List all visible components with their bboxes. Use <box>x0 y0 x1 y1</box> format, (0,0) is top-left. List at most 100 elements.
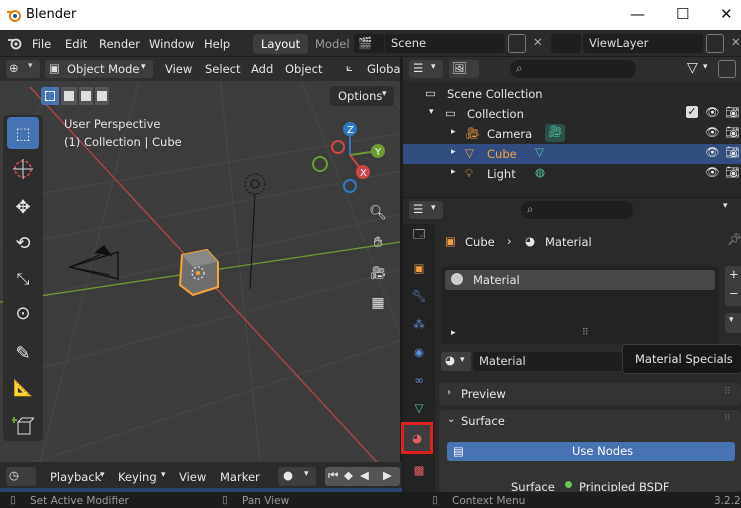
scene-copy-button[interactable] <box>508 34 526 53</box>
select-subtract-button[interactable] <box>79 87 93 105</box>
preview-panel-header[interactable]: › Preview ⠿ <box>439 383 741 405</box>
display-mode-button[interactable]: 🖼︎ <box>449 60 479 78</box>
pin-icon[interactable]: 📌︎ <box>727 232 741 246</box>
render-camera-icon[interactable]: 📷︎ <box>725 145 740 159</box>
tab-object-icon[interactable]: ▣ <box>407 256 431 280</box>
remove-slot-icon[interactable]: − <box>729 286 739 300</box>
auto-keying-button[interactable]: ● ▾ <box>278 467 316 486</box>
resize-grip-icon[interactable]: ⠿ <box>582 328 589 338</box>
menu-window[interactable]: Window <box>149 37 194 51</box>
menu-help[interactable]: Help <box>204 37 230 51</box>
timeline-menu-marker[interactable]: Marker <box>220 470 260 484</box>
tab-constraints-icon[interactable]: ∞ <box>407 368 431 392</box>
material-name-field[interactable]: Material <box>473 352 623 371</box>
3d-viewport[interactable]: ⊕ ▾ ▣ Object Mode ▾ View Select Add Obje… <box>0 57 400 462</box>
material-browse-button[interactable]: ◕ ▾ <box>441 352 471 371</box>
tab-texture-icon[interactable]: ▩ <box>407 458 431 482</box>
slot-specials-button[interactable]: ▾ <box>725 313 741 333</box>
cursor-tool[interactable] <box>7 153 39 185</box>
expand-arrow-icon[interactable]: ▸ <box>451 167 456 177</box>
outliner-row-cube[interactable]: ▸ ▽ Cube ▽ 👁︎ 📷︎ <box>403 144 741 164</box>
render-camera-icon[interactable]: 📷︎ <box>725 165 740 179</box>
scene-browse-button[interactable]: 🎬 <box>354 34 384 53</box>
minimize-icon[interactable]: — <box>630 5 645 23</box>
move-tool[interactable]: ✥ <box>7 191 39 223</box>
ortho-grid-icon[interactable]: ▦ <box>367 292 389 314</box>
use-nodes-button[interactable]: ▤ Use Nodes <box>447 442 735 461</box>
render-camera-icon[interactable]: 📷︎ <box>725 105 740 119</box>
viewlayer-delete-icon[interactable]: ✕ <box>731 35 741 49</box>
timeline-menu-keying[interactable]: Keying <box>118 470 157 484</box>
drag-grip-icon[interactable]: ⠿ <box>724 414 731 424</box>
new-collection-button[interactable] <box>718 60 736 78</box>
timeline-editor-type-button[interactable]: ◷ <box>6 467 36 486</box>
close-icon[interactable]: ✕ <box>720 5 733 23</box>
viewport-menu-select[interactable]: Select <box>205 62 240 76</box>
tab-material-icon[interactable]: ◕ <box>401 422 433 454</box>
measure-tool[interactable]: 📐 <box>7 371 39 403</box>
outliner-search-input[interactable]: ⌕ <box>510 60 636 78</box>
material-slot-row[interactable]: Material <box>445 270 715 290</box>
surface-panel-header[interactable]: ⌄ Surface ⠿ <box>439 410 741 432</box>
filter-icon[interactable]: ▽ <box>687 60 698 76</box>
scene-name-field[interactable]: Scene <box>385 34 505 53</box>
scene-delete-icon[interactable]: ✕ <box>533 35 543 49</box>
play-icon[interactable]: ▶ <box>383 468 392 482</box>
visibility-eye-icon[interactable]: 👁︎ <box>705 105 720 119</box>
orientation-dropdown[interactable]: Global <box>367 62 400 76</box>
visibility-eye-icon[interactable]: 👁︎ <box>705 125 720 139</box>
mode-dropdown[interactable]: ▣ Object Mode ▾ <box>45 60 153 78</box>
select-box-tool[interactable]: ⬚ <box>7 117 39 149</box>
add-cube-tool[interactable] <box>7 410 39 442</box>
maximize-icon[interactable]: ☐ <box>676 5 689 23</box>
viewport-menu-add[interactable]: Add <box>251 62 273 76</box>
scale-tool[interactable]: ⤡ <box>7 263 39 295</box>
tab-model[interactable]: Model <box>315 37 350 51</box>
annotate-tool[interactable]: ✎ <box>7 337 39 369</box>
camera-data-icon[interactable]: 🎥︎ <box>545 124 565 142</box>
expand-arrow-icon[interactable]: ▸ <box>451 147 456 157</box>
outliner-row-camera[interactable]: ▸ 🎥︎ Camera 🎥︎ 👁︎ 📷︎ <box>403 124 741 144</box>
select-extend-button[interactable] <box>61 87 77 105</box>
pan-hand-icon[interactable]: ✋︎ <box>367 231 389 253</box>
timeline-menu-view[interactable]: View <box>179 470 206 484</box>
viewlayer-copy-button[interactable] <box>706 34 724 53</box>
zoom-icon[interactable]: 🔍︎ <box>367 202 389 224</box>
timeline-menu-playback[interactable]: Playback <box>50 470 101 484</box>
tab-particles-icon[interactable]: ⁂ <box>407 312 431 336</box>
outliner-row-scene-collection[interactable]: ▭ Scene Collection <box>403 84 741 104</box>
visibility-eye-icon[interactable]: 👁︎ <box>705 145 720 159</box>
light-data-icon[interactable]: ◍ <box>535 165 545 179</box>
viewlayer-name-field[interactable]: ViewLayer <box>583 34 703 53</box>
exclude-checkbox[interactable]: ✓ <box>686 106 698 118</box>
tab-layout[interactable]: Layout <box>253 34 309 54</box>
drag-grip-icon[interactable]: ⠿ <box>724 387 731 397</box>
expand-arrow-icon[interactable]: ▸ <box>451 328 456 338</box>
outliner-editor-type-button[interactable]: ☰ ▾ <box>409 60 443 78</box>
add-slot-icon[interactable]: + <box>729 267 739 281</box>
material-slot-list[interactable]: Material ▸ ⠿ <box>441 266 719 344</box>
jump-start-icon[interactable]: ⏮ <box>328 468 338 483</box>
editor-type-button[interactable]: ⊕ ▾ <box>6 60 40 78</box>
expand-arrow-icon[interactable]: ▸ <box>451 127 456 137</box>
render-camera-icon[interactable]: 📷︎ <box>725 125 740 139</box>
camera-view-icon[interactable]: 🎥︎ <box>367 262 389 284</box>
select-new-button[interactable] <box>41 87 59 105</box>
menu-edit[interactable]: Edit <box>65 37 87 51</box>
options-dropdown[interactable]: Options ▾ <box>330 86 394 106</box>
navigation-gizmo[interactable]: Z Y X <box>305 117 395 197</box>
prev-keyframe-icon[interactable]: ◆ <box>344 468 353 482</box>
menu-render[interactable]: Render <box>99 37 140 51</box>
tab-tool-icon[interactable]: 🗔︎ <box>407 224 431 248</box>
blender-menu-icon[interactable] <box>7 37 23 50</box>
play-reverse-icon[interactable]: ◀ <box>360 468 369 482</box>
transform-tool[interactable]: ⊙ <box>7 297 39 329</box>
outliner-row-light[interactable]: ▸ 💡︎ Light ◍ 👁︎ 📷︎ <box>403 164 741 184</box>
tab-modifier-wrench-icon[interactable]: 🔧︎ <box>407 284 431 308</box>
menu-file[interactable]: File <box>32 37 51 51</box>
tab-data-icon[interactable]: ▽ <box>407 396 431 420</box>
select-intersect-button[interactable] <box>95 87 109 105</box>
viewport-menu-object[interactable]: Object <box>285 62 322 76</box>
expand-arrow-icon[interactable]: ▾ <box>429 107 434 117</box>
mesh-data-icon[interactable]: ▽ <box>535 145 544 159</box>
